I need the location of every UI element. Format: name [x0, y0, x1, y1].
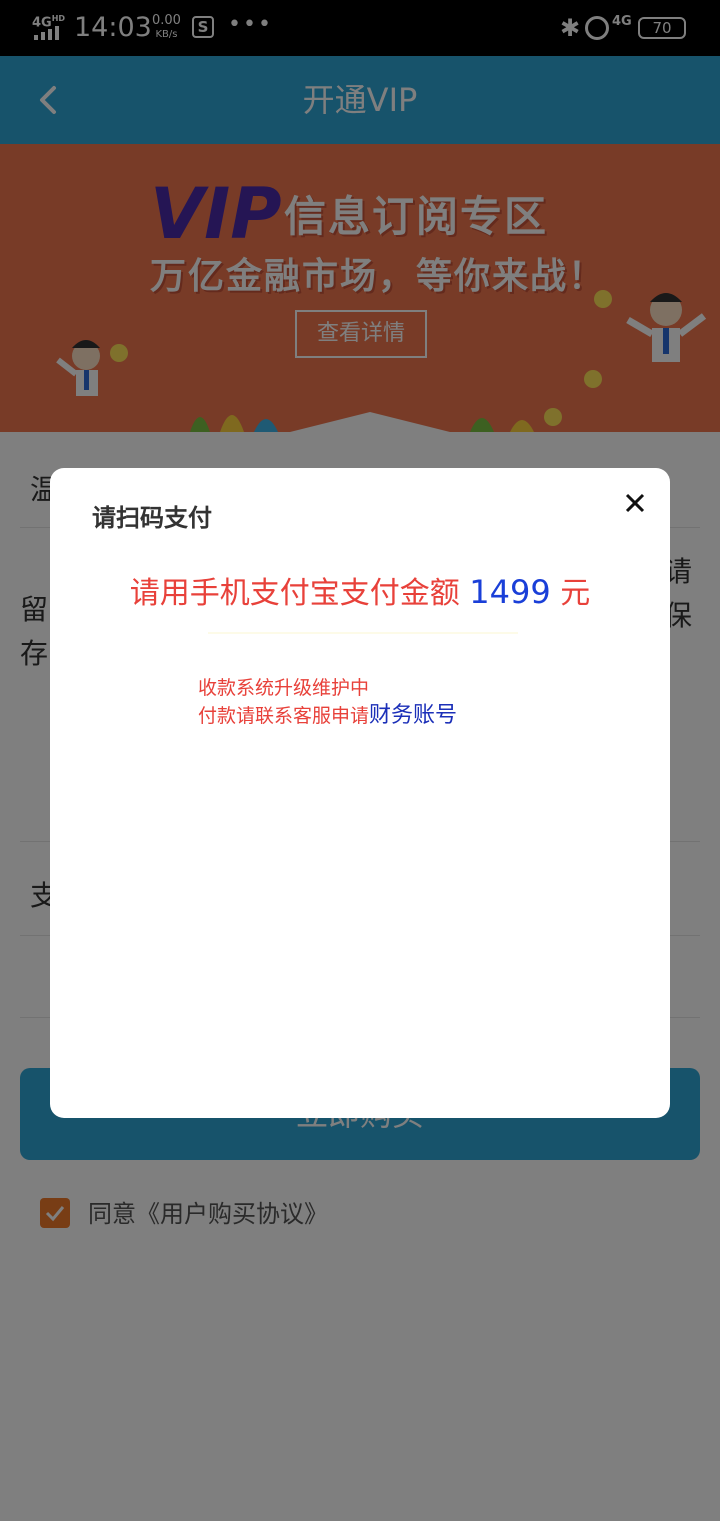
payment-dialog: 请扫码支付 请用手机支付宝支付金额 1499 元 收款系统升级维护中 付款请联系…: [50, 468, 670, 1118]
close-icon[interactable]: [618, 486, 652, 520]
payment-amount: 1499: [469, 573, 551, 611]
payment-instruction: 请用手机支付宝支付金额 1499 元: [129, 573, 591, 611]
finance-account-text: 财务账号: [369, 703, 458, 728]
divider: [208, 632, 518, 634]
dialog-title: 请扫码支付: [92, 504, 212, 532]
maintenance-notice: 收款系统升级维护中 付款请联系客服申请财务账号: [198, 677, 458, 728]
